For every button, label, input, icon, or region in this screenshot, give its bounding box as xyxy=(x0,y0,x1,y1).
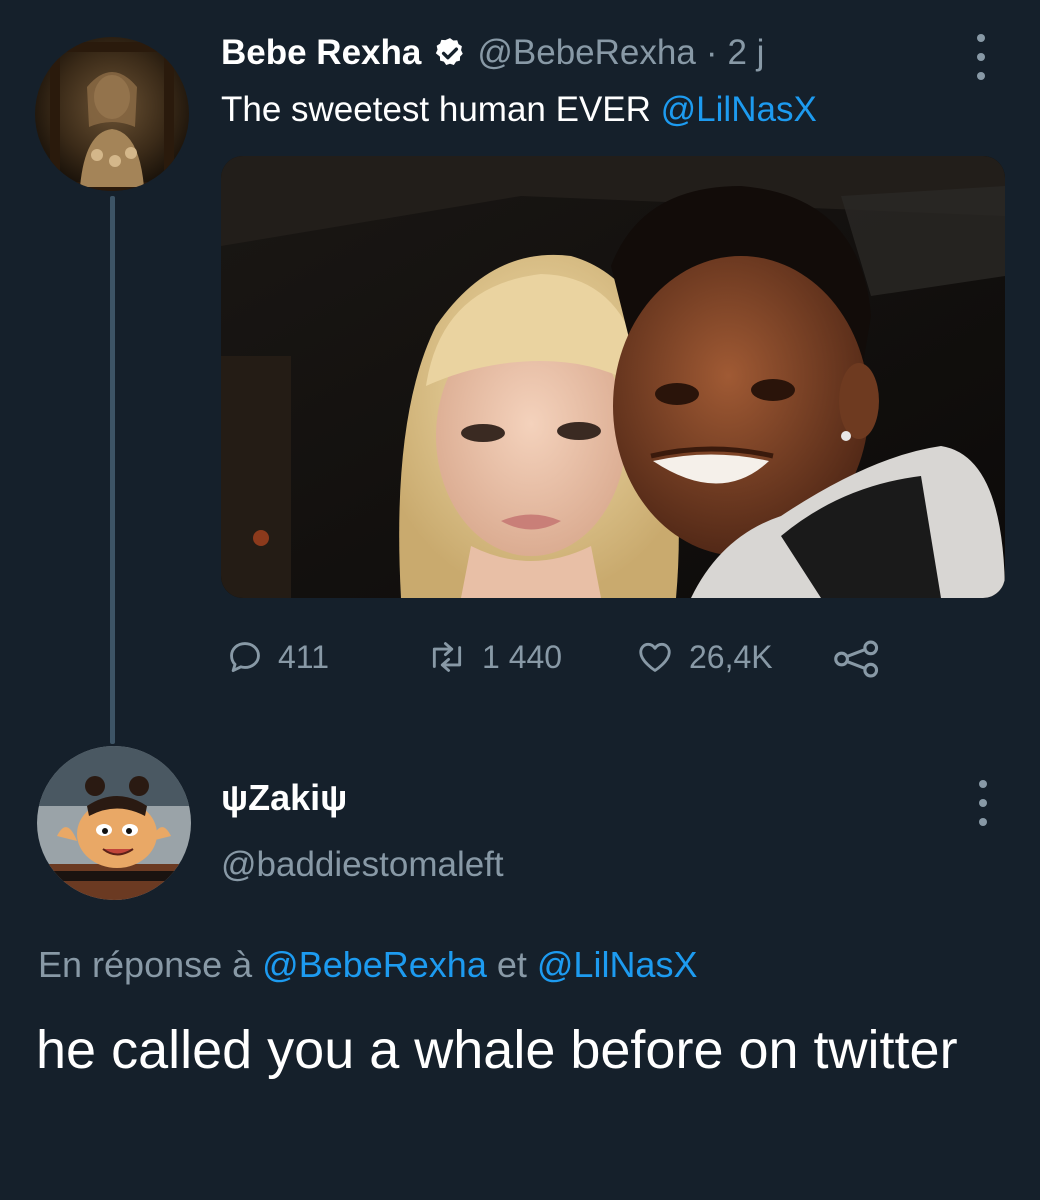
tweet-body-text: The sweetest human EVER xyxy=(221,90,661,129)
header-separator: · xyxy=(705,33,718,72)
reply-action[interactable]: 411 xyxy=(226,638,329,676)
tweet-author-name[interactable]: Bebe Rexha xyxy=(221,33,421,73)
like-action[interactable]: 26,4K xyxy=(635,638,773,676)
in-reply-to: En réponse à @BebeRexha et @LilNasX xyxy=(38,944,697,986)
tweet-timestamp[interactable]: 2 j xyxy=(727,33,764,73)
in-reply-to-user-1[interactable]: @BebeRexha xyxy=(262,944,487,985)
tweet-photo[interactable] xyxy=(221,156,1005,598)
share-icon[interactable] xyxy=(833,640,881,683)
retweet-count: 1 440 xyxy=(482,639,563,675)
more-vertical-icon[interactable] xyxy=(974,780,992,826)
tweet-author-handle[interactable]: @BebeRexha xyxy=(477,33,695,73)
retweet-icon xyxy=(426,638,468,676)
reply-author-name[interactable]: ψZakiψ xyxy=(221,778,347,818)
reply-author-avatar[interactable] xyxy=(37,746,191,900)
in-reply-to-user-2[interactable]: @LilNasX xyxy=(537,944,698,985)
tweet-text: The sweetest human EVER @LilNasX xyxy=(221,90,817,130)
in-reply-to-connector: et xyxy=(486,944,537,985)
retweet-action[interactable]: 1 440 xyxy=(426,638,562,676)
tweet-author-avatar[interactable] xyxy=(35,37,189,191)
heart-icon xyxy=(635,638,675,676)
reply-icon xyxy=(226,638,264,676)
thread-connector-line xyxy=(110,196,115,744)
like-count: 26,4K xyxy=(689,639,773,675)
reply-text: he called you a whale before on twitter xyxy=(36,1020,958,1080)
tweet-header: Bebe Rexha @BebeRexha · 2 j xyxy=(221,33,764,73)
reply-count: 411 xyxy=(278,639,330,675)
more-vertical-icon[interactable] xyxy=(972,34,990,80)
verified-badge-icon xyxy=(433,36,467,70)
in-reply-to-prefix: En réponse à xyxy=(38,944,263,985)
reply-author-handle[interactable]: @baddiestomaleft xyxy=(221,845,504,885)
tweet-mention-link[interactable]: @LilNasX xyxy=(661,90,817,129)
